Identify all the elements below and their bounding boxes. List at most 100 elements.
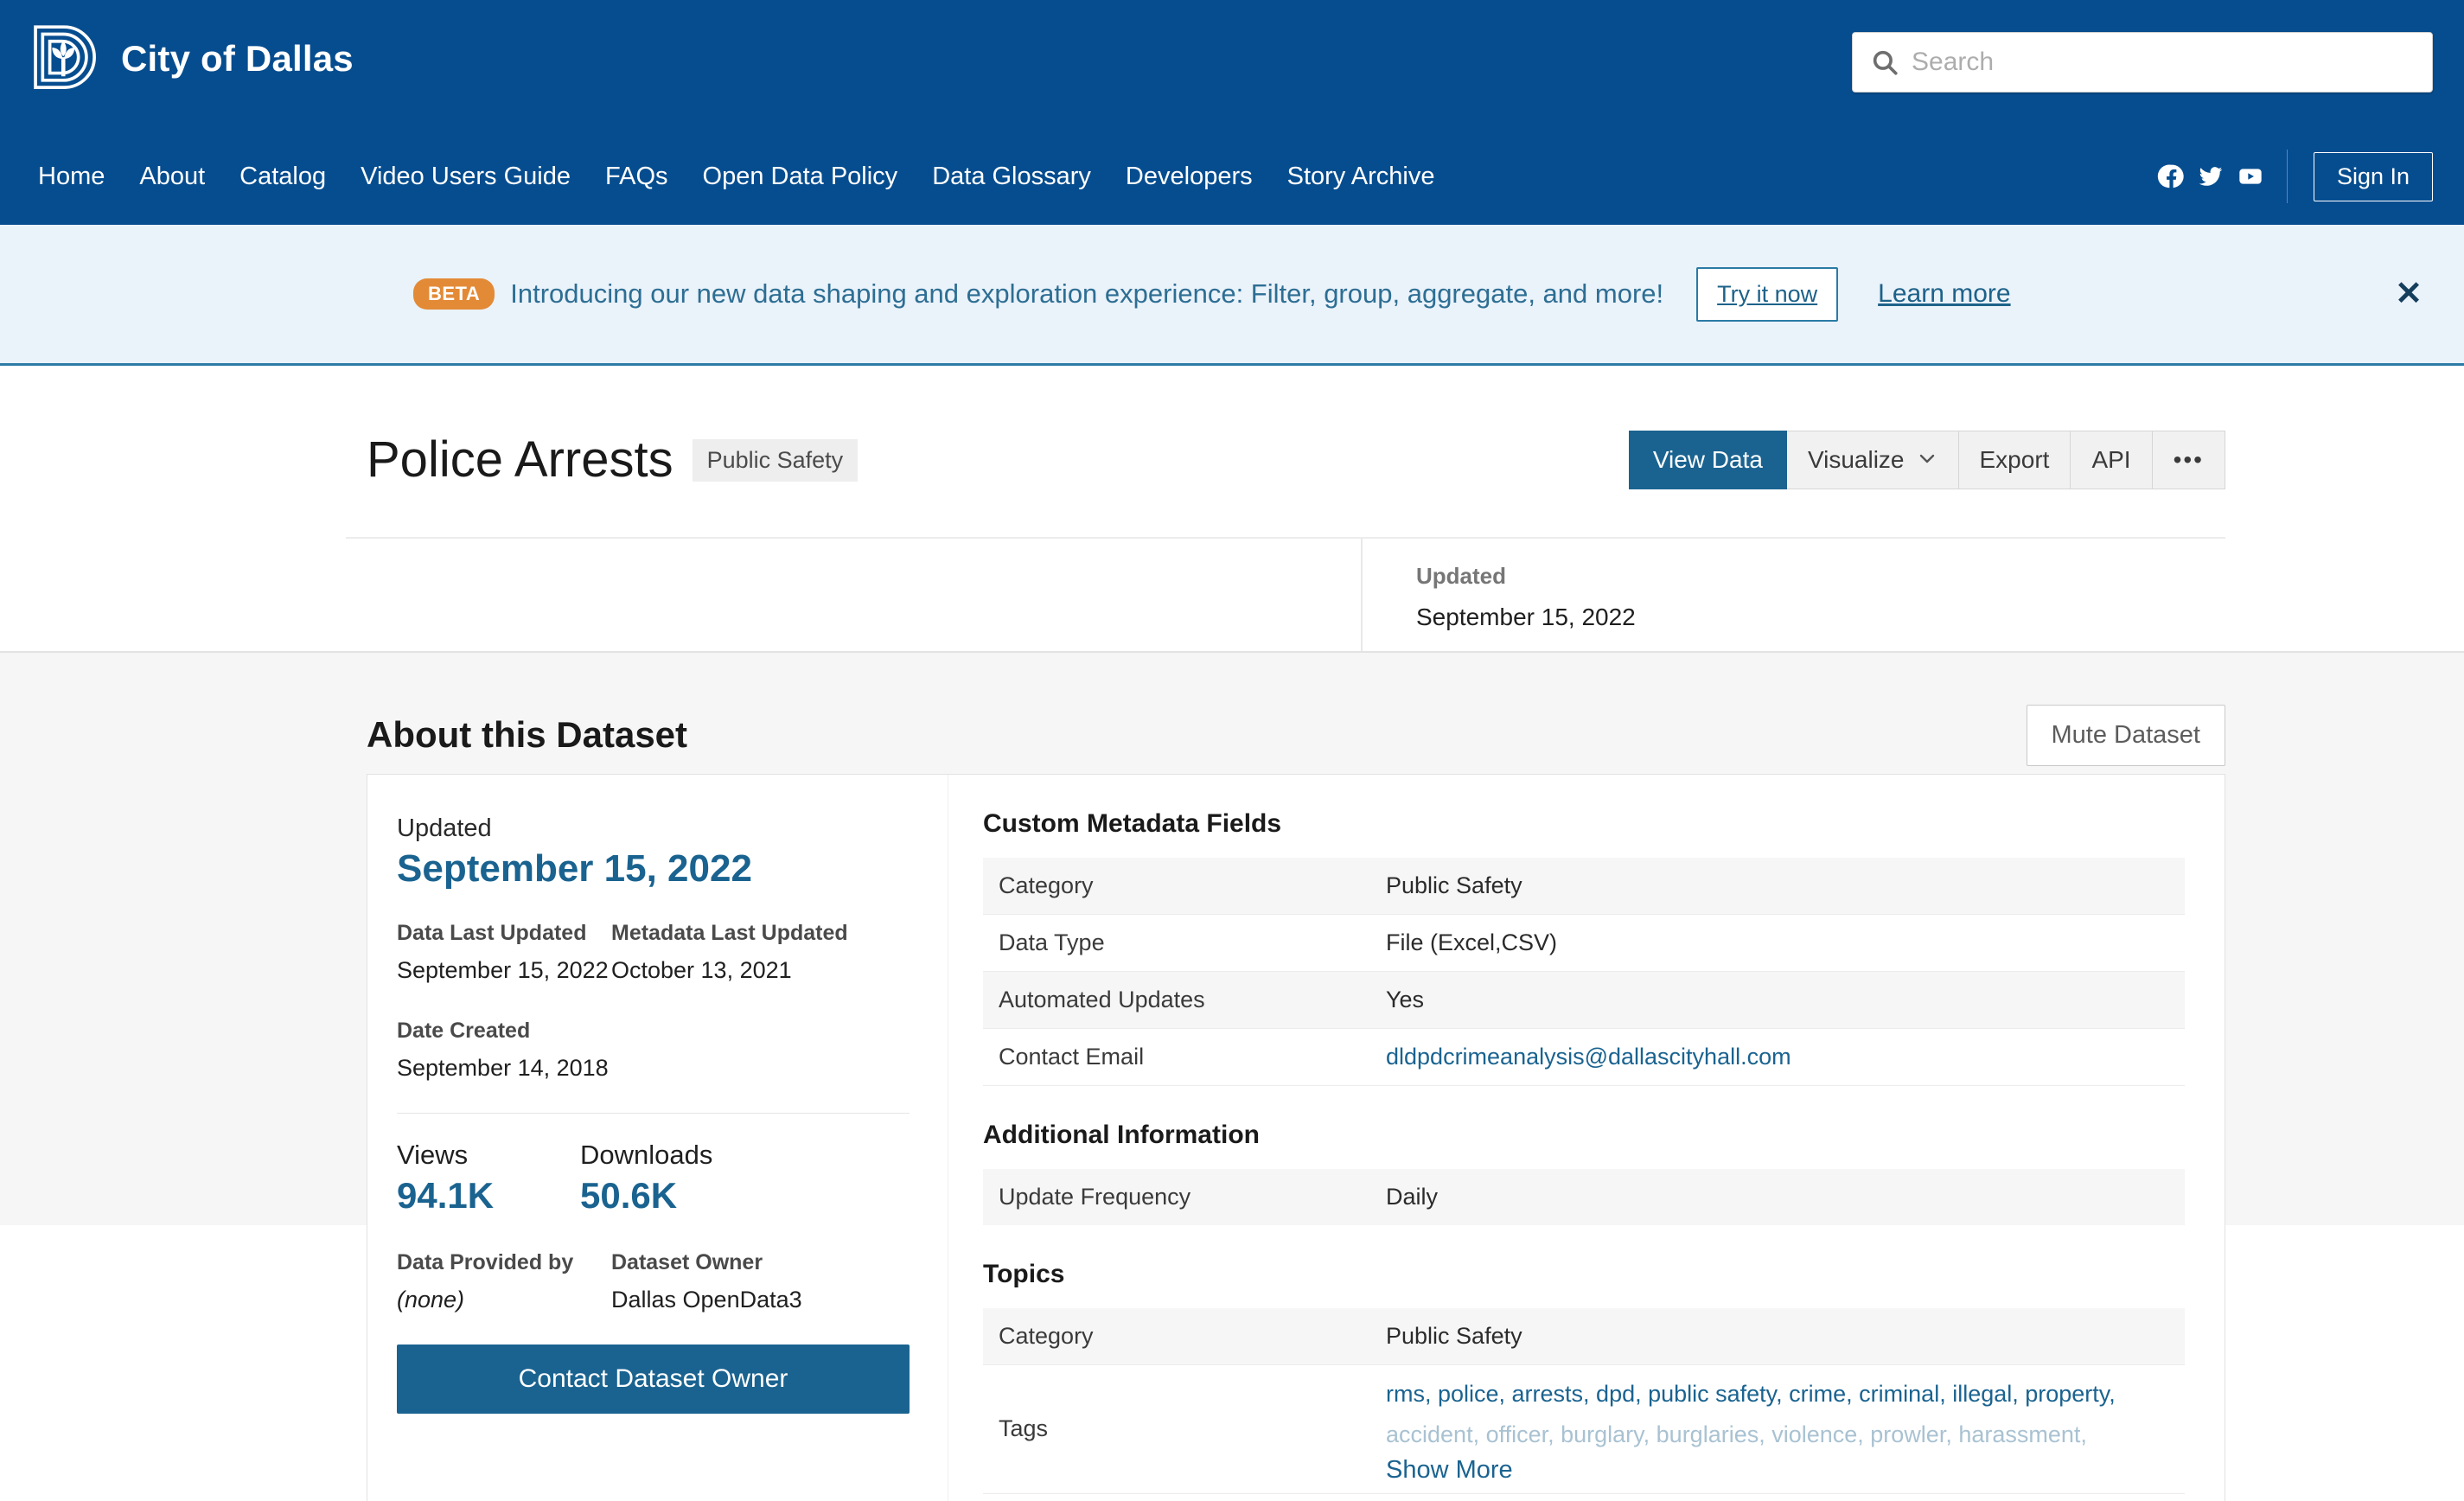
nav-item-catalog[interactable]: Catalog <box>239 163 326 191</box>
dataset-action-buttons: View Data Visualize Export API ••• <box>1629 431 2225 489</box>
visualize-label: Visualize <box>1808 448 1905 472</box>
custom-metadata-table: Category Public Safety Data Type File (E… <box>983 858 2185 1086</box>
stats-row: Views 94.1K Downloads 50.6K <box>397 1140 910 1214</box>
tags-line-primary[interactable]: rms, police, arrests, dpd, public safety… <box>1386 1374 2169 1415</box>
data-provided-by-label: Data Provided by <box>397 1250 611 1275</box>
search-container <box>1852 32 2433 93</box>
youtube-icon[interactable] <box>2237 163 2264 190</box>
dataset-metadata-panel: Custom Metadata Fields Category Public S… <box>948 775 2225 1501</box>
nav-item-data-glossary[interactable]: Data Glossary <box>932 163 1091 191</box>
nav-item-video-users-guide[interactable]: Video Users Guide <box>361 163 571 191</box>
main-content: About this Dataset Mute Dataset Updated … <box>0 653 2464 1225</box>
category-chip: Public Safety <box>693 439 859 482</box>
brand-name: City of Dallas <box>121 41 354 77</box>
beta-message: Introducing our new data shaping and exp… <box>510 278 1663 310</box>
dataset-header-band: Police Arrests Public Safety View Data V… <box>0 366 2464 653</box>
table-row: Update Frequency Daily <box>983 1169 2185 1225</box>
try-it-now-button[interactable]: Try it now <box>1696 267 1838 322</box>
topics-table: Category Public Safety Tags rms, police,… <box>983 1308 2185 1494</box>
dataset-owner-block: Dataset Owner Dallas OpenData3 <box>611 1250 910 1313</box>
data-last-updated-block: Data Last Updated September 15, 2022 <box>397 921 611 984</box>
dataset-subheader-left <box>346 539 1361 651</box>
page-title: Police Arrests <box>367 435 673 485</box>
contact-email-link[interactable]: dldpdcrimeanalysis@dallascityhall.com <box>1386 1044 1791 1070</box>
sign-in-button[interactable]: Sign In <box>2314 152 2433 201</box>
table-row: Contact Email dldpdcrimeanalysis@dallasc… <box>983 1029 2185 1086</box>
downloads-block: Downloads 50.6K <box>580 1140 712 1214</box>
header-top-row: City of Dallas <box>0 0 2464 128</box>
row-value: dldpdcrimeanalysis@dallascityhall.com <box>1370 1029 2185 1086</box>
row-value: Yes <box>1370 972 2185 1029</box>
row-value: Public Safety <box>1370 858 2185 915</box>
date-created-block: Date Created September 14, 2018 <box>397 1019 910 1082</box>
custom-metadata-heading: Custom Metadata Fields <box>983 809 2185 839</box>
export-button[interactable]: Export <box>1959 431 2071 489</box>
last-updated-row: Data Last Updated September 15, 2022 Met… <box>397 921 910 984</box>
search-icon <box>1870 48 1899 77</box>
additional-information-heading: Additional Information <box>983 1121 2185 1150</box>
downloads-value: 50.6K <box>580 1178 712 1214</box>
dataset-title-row: Police Arrests Public Safety View Data V… <box>0 416 2464 504</box>
summary-updated-label: Updated <box>397 814 910 843</box>
table-row: Tags rms, police, arrests, dpd, public s… <box>983 1365 2185 1494</box>
nav-item-faqs[interactable]: FAQs <box>605 163 668 191</box>
updated-label: Updated <box>1416 563 2225 590</box>
row-key: Automated Updates <box>983 972 1370 1029</box>
views-block: Views 94.1K <box>397 1140 580 1214</box>
contact-dataset-owner-button[interactable]: Contact Dataset Owner <box>397 1345 910 1414</box>
mute-dataset-button[interactable]: Mute Dataset <box>2027 705 2225 766</box>
summary-updated-date: September 15, 2022 <box>397 848 910 890</box>
dataset-owner-label: Dataset Owner <box>611 1250 910 1275</box>
more-options-button[interactable]: ••• <box>2153 431 2225 489</box>
downloads-label: Downloads <box>580 1140 712 1171</box>
row-key: Data Type <box>983 915 1370 972</box>
metadata-last-updated-block: Metadata Last Updated October 13, 2021 <box>611 921 910 984</box>
nav-item-home[interactable]: Home <box>38 163 105 191</box>
beta-banner: BETA Introducing our new data shaping an… <box>0 225 2464 366</box>
about-this-dataset-heading: About this Dataset <box>367 717 687 753</box>
updated-value: September 15, 2022 <box>1416 604 2225 631</box>
visualize-button[interactable]: Visualize <box>1787 431 1959 489</box>
beta-badge: BETA <box>413 278 495 310</box>
nav-item-story-archive[interactable]: Story Archive <box>1287 163 1435 191</box>
spacer-2 <box>397 1214 910 1250</box>
brand[interactable]: City of Dallas <box>26 19 354 99</box>
close-icon[interactable]: ✕ <box>2395 278 2423 310</box>
row-value: File (Excel,CSV) <box>1370 915 2185 972</box>
search-input[interactable] <box>1912 48 2415 77</box>
data-last-updated-label: Data Last Updated <box>397 921 611 946</box>
data-provided-by-value: (none) <box>397 1287 611 1313</box>
spacer <box>397 984 910 1019</box>
show-more-link[interactable]: Show More <box>1386 1456 1513 1484</box>
table-row: Category Public Safety <box>983 1308 2185 1365</box>
metadata-last-updated-label: Metadata Last Updated <box>611 921 910 946</box>
dataset-title-group: Police Arrests Public Safety <box>367 435 858 485</box>
api-button[interactable]: API <box>2071 431 2152 489</box>
learn-more-link[interactable]: Learn more <box>1878 279 2010 309</box>
twitter-icon[interactable] <box>2197 163 2225 190</box>
facebook-icon[interactable] <box>2157 163 2185 190</box>
tags-line-faded[interactable]: accident, officer, burglary, burglaries,… <box>1386 1415 2169 1455</box>
views-label: Views <box>397 1140 580 1171</box>
dataset-updated-block: Updated September 15, 2022 <box>1361 539 2225 651</box>
row-key: Contact Email <box>983 1029 1370 1086</box>
views-value: 94.1K <box>397 1178 580 1214</box>
metadata-last-updated-value: October 13, 2021 <box>611 957 910 984</box>
social-links <box>2157 163 2264 190</box>
nav-item-open-data-policy[interactable]: Open Data Policy <box>703 163 898 191</box>
row-key: Category <box>983 1308 1370 1365</box>
search-box[interactable] <box>1852 32 2433 93</box>
row-key: Tags <box>983 1365 1370 1494</box>
header-divider <box>2287 150 2288 203</box>
table-row: Category Public Safety <box>983 858 2185 915</box>
beta-banner-content: BETA Introducing our new data shaping an… <box>0 267 2011 322</box>
nav-item-about[interactable]: About <box>139 163 205 191</box>
city-of-dallas-logo-icon <box>26 19 105 99</box>
row-key: Category <box>983 858 1370 915</box>
divider <box>397 1113 910 1114</box>
about-header-row: About this Dataset Mute Dataset <box>367 653 2225 765</box>
row-value: Daily <box>1370 1169 2185 1225</box>
view-data-button[interactable]: View Data <box>1629 431 1787 489</box>
nav-item-developers[interactable]: Developers <box>1126 163 1253 191</box>
table-row: Automated Updates Yes <box>983 972 2185 1029</box>
